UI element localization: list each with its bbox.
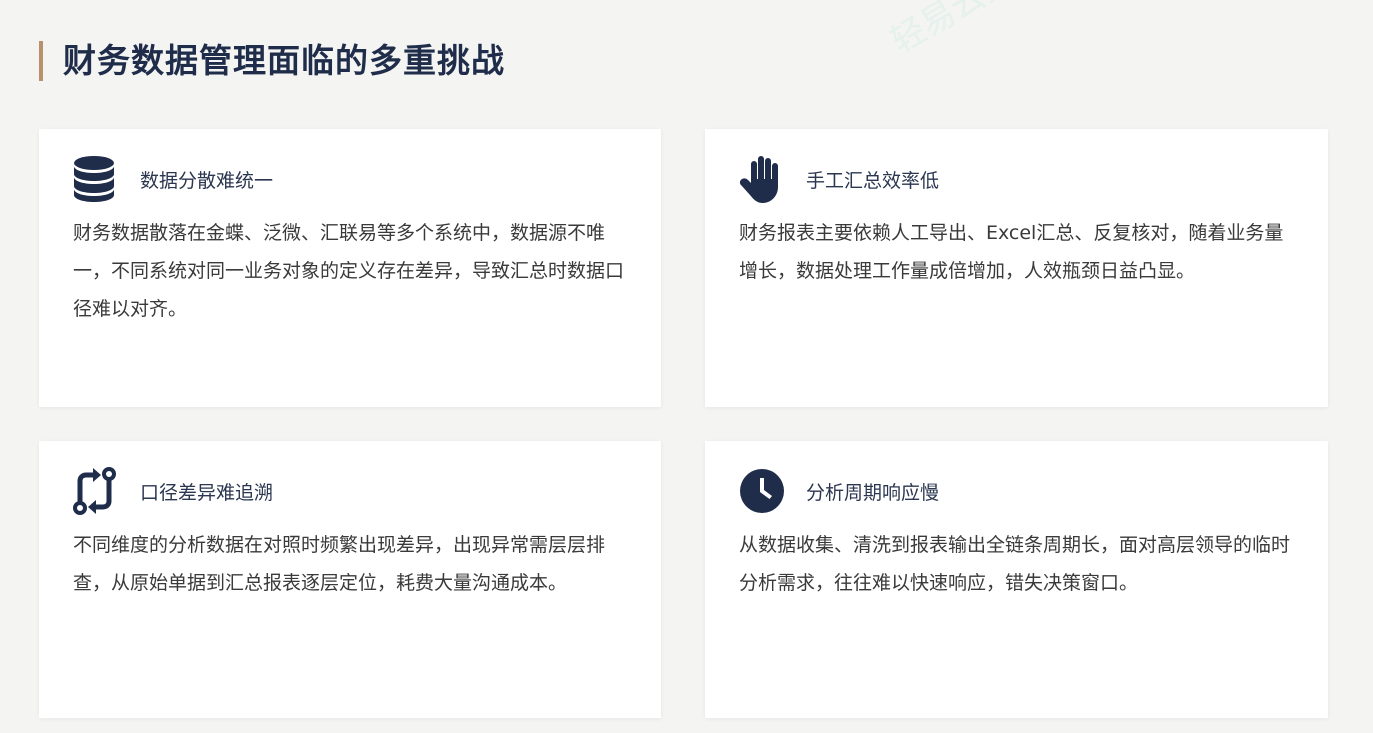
watermark: 轻易云数据集成平台 [880,0,1170,62]
card-description: 财务数据散落在金蝶、泛微、汇联易等多个系统中，数据源不唯一，不同系统对同一业务对… [73,222,625,320]
challenge-card-caliber-difference: 口径差异难追溯 不同维度的分析数据在对照时频繁出现差异，出现异常需层层排查，从原… [39,441,661,718]
database-icon [73,155,119,203]
card-header: 口径差异难追溯 [73,467,627,515]
clock-icon [739,467,785,515]
card-header: 数据分散难统一 [73,155,627,203]
card-title: 手工汇总效率低 [806,169,940,192]
challenge-card-manual-summary: 手工汇总效率低 财务报表主要依赖人工导出、Excel汇总、反复核对，随着业务量增… [705,129,1328,407]
card-title: 分析周期响应慢 [806,481,940,504]
challenge-card-slow-analysis: 分析周期响应慢 从数据收集、清洗到报表输出全链条周期长，面对高层领导的临时分析需… [705,441,1328,718]
card-title: 数据分散难统一 [140,169,274,192]
card-title: 口径差异难追溯 [140,481,274,504]
challenge-card-data-scattered: 数据分散难统一 财务数据散落在金蝶、泛微、汇联易等多个系统中，数据源不唯一，不同… [39,129,661,407]
page-title-block: 财务数据管理面临的多重挑战 [39,41,505,81]
card-description: 财务报表主要依赖人工导出、Excel汇总、反复核对，随着业务量增长，数据处理工作… [739,222,1284,282]
card-description: 从数据收集、清洗到报表输出全链条周期长，面对高层领导的临时分析需求，往往难以快速… [739,534,1291,594]
card-header: 分析周期响应慢 [739,467,1294,515]
page-title: 财务数据管理面临的多重挑战 [63,41,505,80]
hand-icon [739,155,785,203]
card-description: 不同维度的分析数据在对照时频繁出现差异，出现异常需层层排查，从原始单据到汇总报表… [73,534,606,594]
git-compare-icon [73,467,119,515]
card-header: 手工汇总效率低 [739,155,1294,203]
page: 轻易云数据集成平台 财务数据管理面临的多重挑战 数据分散难统一 财务数据散落在金… [0,0,1373,733]
